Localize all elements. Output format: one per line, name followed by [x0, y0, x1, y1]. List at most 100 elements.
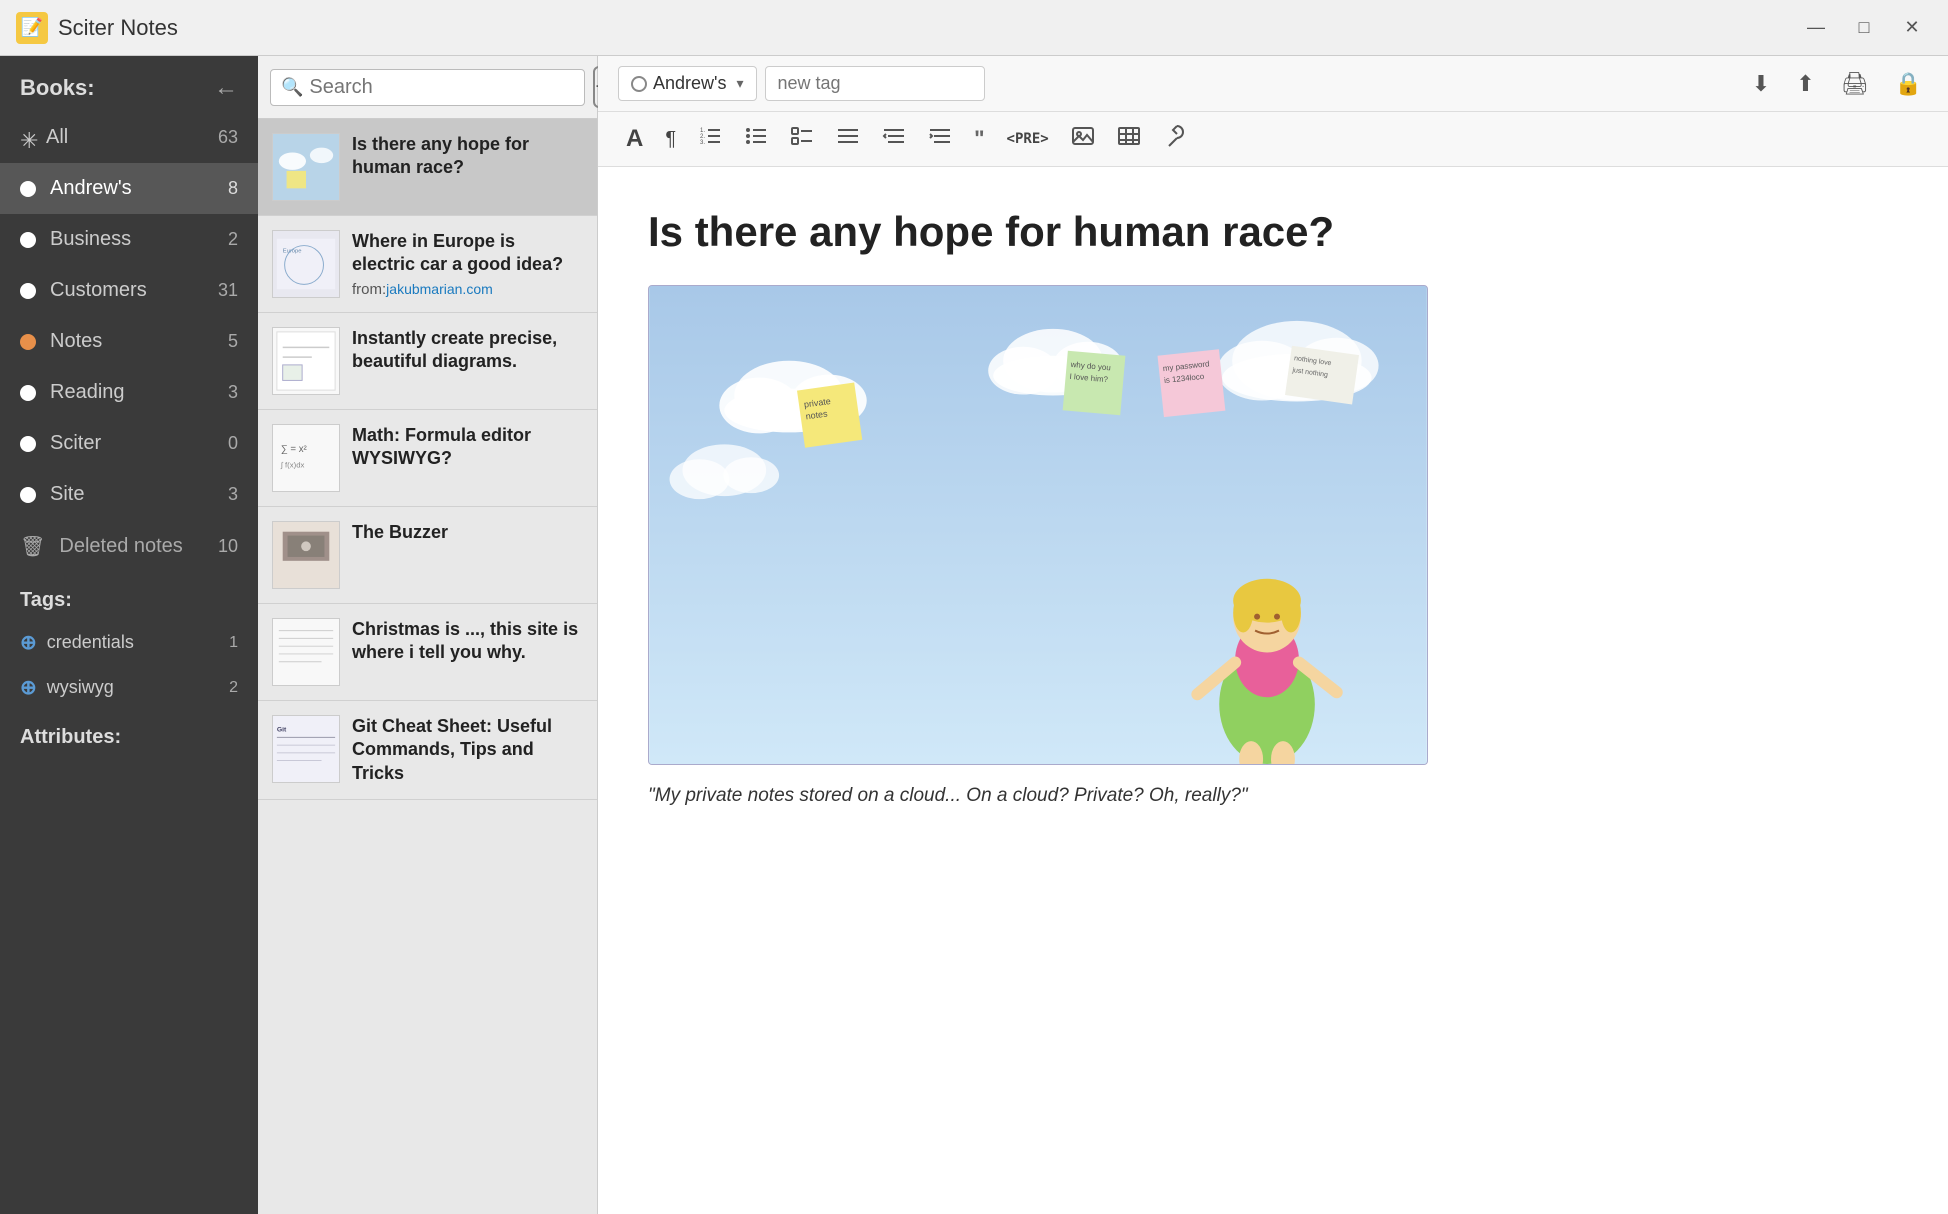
notes-list-items: Is there any hope for human race? Europe…	[258, 119, 597, 1214]
note-thumbnail: Europe	[272, 230, 340, 298]
toolbar-actions: ⬇ ⬆ 🖨 🔒	[1746, 67, 1928, 101]
check-list-button[interactable]	[782, 120, 822, 158]
note-content: Is there any hope for human race?	[352, 133, 583, 180]
dot-icon	[20, 181, 36, 197]
dot-icon	[20, 436, 36, 452]
sidebar-item-count: 3	[228, 382, 238, 403]
lock-button[interactable]: 🔒	[1889, 67, 1928, 101]
note-title: Git Cheat Sheet: Useful Commands, Tips a…	[352, 715, 583, 785]
note-link[interactable]: jakubmarian.com	[386, 281, 493, 297]
tag-input[interactable]	[765, 66, 985, 101]
notes-list-panel: 🔍 + Is there any hope for human race?	[258, 56, 598, 1214]
download-button[interactable]: ⬇	[1746, 67, 1776, 101]
sidebar-item-customers[interactable]: Customers 31	[0, 265, 258, 316]
books-label: Books:	[20, 75, 95, 101]
tag-label: credentials	[47, 632, 229, 653]
search-icon: 🔍	[281, 77, 303, 98]
deleted-notes-label: Deleted notes	[59, 535, 218, 558]
asterisk-icon: ✳	[20, 130, 36, 146]
sidebar-item-site[interactable]: Site 3	[0, 469, 258, 520]
notebook-selector[interactable]: Andrew's ▾	[618, 66, 757, 101]
chevron-down-icon: ▾	[736, 75, 743, 92]
blockquote-button[interactable]: "	[966, 122, 992, 156]
note-item[interactable]: Christmas is ..., this site is where i t…	[258, 604, 597, 701]
app-body: Books: ← ✳ All 63 Andrew's 8 Business 2 …	[0, 56, 1948, 1214]
sidebar-item-label: Reading	[50, 381, 224, 404]
sidebar-item-label: Andrew's	[50, 177, 224, 200]
unordered-list-button[interactable]	[736, 120, 776, 158]
notes-list-header: 🔍 +	[258, 56, 597, 119]
pre-button[interactable]: <PRE>	[999, 127, 1057, 151]
note-title: Christmas is ..., this site is where i t…	[352, 618, 583, 665]
paragraph-button[interactable]: ¶	[657, 124, 684, 155]
window-controls: — □ ✕	[1796, 10, 1932, 46]
tag-wysiwyg[interactable]: ⊕ wysiwyg 2	[0, 665, 258, 710]
titlebar: 📝 Sciter Notes — □ ✕	[0, 0, 1948, 56]
indent-increase-button[interactable]	[920, 120, 960, 158]
note-item[interactable]: Europe Where in Europe is electric car a…	[258, 216, 597, 313]
indent-decrease-button[interactable]	[874, 120, 914, 158]
list-style-button[interactable]	[828, 120, 868, 158]
note-item[interactable]: Git Git Cheat Sheet: Useful Commands, Ti…	[258, 701, 597, 800]
font-button[interactable]: A	[618, 121, 651, 157]
sidebar-item-reading[interactable]: Reading 3	[0, 367, 258, 418]
sidebar-item-count: 63	[218, 127, 238, 148]
note-content: Git Cheat Sheet: Useful Commands, Tips a…	[352, 715, 583, 785]
note-subtitle: from:jakubmarian.com	[352, 281, 583, 298]
minimize-button[interactable]: —	[1796, 10, 1836, 46]
tag-credentials[interactable]: ⊕ credentials 1	[0, 620, 258, 665]
format-toolbar: A ¶ 1. 2. 3.	[598, 112, 1948, 167]
dot-icon	[20, 283, 36, 299]
note-title: Where in Europe is electric car a good i…	[352, 230, 583, 277]
image-button[interactable]	[1063, 120, 1103, 158]
tag-count: 1	[229, 634, 238, 652]
sidebar-item-count: 8	[228, 178, 238, 199]
table-button[interactable]	[1109, 120, 1149, 158]
tools-button[interactable]	[1155, 120, 1195, 158]
sidebar-item-business[interactable]: Business 2	[0, 214, 258, 265]
dot-icon	[20, 385, 36, 401]
note-thumbnail	[272, 327, 340, 395]
ordered-list-button[interactable]: 1. 2. 3.	[690, 120, 730, 158]
close-button[interactable]: ✕	[1892, 10, 1932, 46]
tag-count: 2	[229, 679, 238, 697]
note-content: Where in Europe is electric car a good i…	[352, 230, 583, 298]
note-title: Instantly create precise, beautiful diag…	[352, 327, 583, 374]
note-main: Is there any hope for human race?	[598, 167, 1948, 1214]
svg-text:∑ = x²: ∑ = x²	[281, 444, 308, 455]
note-item[interactable]: Is there any hope for human race?	[258, 119, 597, 216]
tag-add-icon: ⊕	[20, 675, 37, 700]
back-button[interactable]: ←	[214, 74, 238, 102]
sidebar-item-count: 0	[228, 433, 238, 454]
note-content: The Buzzer	[352, 521, 583, 544]
attributes-header: Attributes:	[0, 710, 258, 757]
sidebar-item-count: 31	[218, 280, 238, 301]
note-content: Instantly create precise, beautiful diag…	[352, 327, 583, 374]
note-item[interactable]: ∑ = x² ∫ f(x)dx Math: Formula editor WYS…	[258, 410, 597, 507]
maximize-button[interactable]: □	[1844, 10, 1884, 46]
sidebar-item-label: Sciter	[50, 432, 224, 455]
note-thumbnail	[272, 618, 340, 686]
svg-text:3.: 3.	[700, 140, 705, 146]
note-thumbnail: ∑ = x² ∫ f(x)dx	[272, 424, 340, 492]
deleted-notes-count: 10	[218, 536, 238, 557]
print-button[interactable]: 🖨	[1835, 67, 1875, 101]
upload-button[interactable]: ⬆	[1790, 67, 1820, 101]
sidebar-item-andrews[interactable]: Andrew's 8	[0, 163, 258, 214]
tag-label: wysiwyg	[47, 677, 229, 698]
sidebar-header: Books: ←	[0, 56, 258, 112]
dot-icon	[20, 334, 36, 350]
note-item[interactable]: Instantly create precise, beautiful diag…	[258, 313, 597, 410]
deleted-notes-item[interactable]: 🗑 Deleted notes 10	[0, 520, 258, 573]
content-area: Andrew's ▾ ⬇ ⬆ 🖨 🔒 A ¶ 1.	[598, 56, 1948, 1214]
sidebar-item-notes[interactable]: Notes 5	[0, 316, 258, 367]
sidebar-item-label: All	[46, 126, 214, 149]
sidebar-item-label: Business	[50, 228, 224, 251]
sidebar-item-all[interactable]: ✳ All 63	[0, 112, 258, 163]
search-input[interactable]	[309, 76, 574, 99]
note-item[interactable]: The Buzzer	[258, 507, 597, 604]
note-main-title: Is there any hope for human race?	[648, 207, 1898, 257]
sidebar-item-count: 5	[228, 331, 238, 352]
sidebar-item-sciter[interactable]: Sciter 0	[0, 418, 258, 469]
content-toolbar: Andrew's ▾ ⬇ ⬆ 🖨 🔒	[598, 56, 1948, 112]
